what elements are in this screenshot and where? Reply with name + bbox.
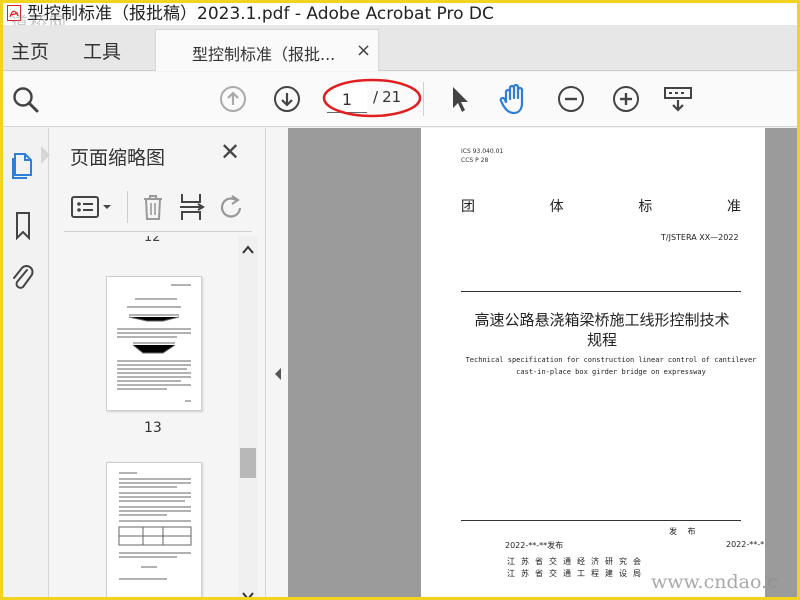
title-cn-line: 规程 (586, 331, 617, 349)
ics-code: ICS 93.040.01 CCS P 28 (461, 147, 503, 165)
total-pages: 21 (382, 88, 402, 106)
scroll-up-arrow[interactable] (242, 240, 254, 259)
implement-date: 2022-**-* (726, 540, 765, 549)
title-en-line: cast-in-place box girder bridge on expre… (516, 368, 706, 376)
title-cn-line: 高速公路悬浇箱梁桥施工线形控制技术 (474, 311, 730, 329)
active-panel-indicator (41, 146, 50, 164)
pdf-page: ICS 93.040.01 CCS P 28 团 体 标 准 T/JSTERA … (421, 128, 765, 597)
acrobat-window: 型控制标准（报批稿）2023.1.pdf - Adobe Acrobat Pro… (3, 3, 797, 597)
rule-top (461, 291, 741, 292)
title-bar: 型控制标准（报批稿）2023.1.pdf - Adobe Acrobat Pro… (3, 3, 797, 25)
document-title-en: Technical specification for construction… (461, 354, 761, 378)
pages-icon[interactable] (9, 150, 37, 186)
page-gutter (765, 128, 797, 597)
thumbnail-toolbar (64, 186, 252, 232)
ccs-line: CCS P 28 (461, 157, 489, 164)
tab-document-label: 型控制标准（报批... (192, 45, 336, 64)
tab-home[interactable]: 主页 (11, 37, 49, 64)
publish-label: 发 布 (669, 527, 700, 536)
panel-close-button[interactable]: ✕ (220, 138, 240, 166)
watermark-top: 道桥网 (11, 14, 68, 25)
scrollbar-thumb[interactable] (240, 448, 256, 478)
bookmark-icon[interactable] (9, 210, 37, 246)
toolbar-divider (423, 82, 424, 116)
publish-date: 2022-**-**发布 (505, 541, 564, 550)
previous-page-button[interactable] (219, 85, 247, 117)
panel-collapse-strip (265, 128, 288, 597)
page-thumbnail[interactable] (106, 276, 202, 411)
thumbnail-list: 12 13 (64, 236, 246, 597)
tab-tools[interactable]: 工具 (83, 37, 121, 64)
insert-page-icon[interactable] (178, 192, 206, 226)
thumbnail-scrollbar[interactable] (238, 236, 258, 597)
left-navigation-rail (3, 128, 50, 597)
thumbnail-page-number: 13 (144, 420, 162, 436)
heading-char: 团 (461, 199, 475, 215)
toolbar-divider (127, 191, 128, 223)
panel-title: 页面缩略图 (70, 147, 166, 169)
title-en-line: Technical specification for construction… (465, 356, 757, 364)
watermark-bottom: www.cndao.c (651, 571, 778, 593)
search-icon[interactable] (11, 85, 41, 119)
heading-char: 体 (549, 199, 564, 215)
page-count: /21 (369, 88, 401, 106)
window-title: 型控制标准（报批稿）2023.1.pdf - Adobe Acrobat Pro… (27, 4, 494, 24)
tab-bar: 主页 工具 型控制标准（报批... × (3, 25, 797, 71)
next-page-button[interactable] (273, 85, 301, 117)
select-tool-icon[interactable] (449, 84, 471, 118)
attachment-icon[interactable] (9, 262, 37, 298)
issuing-org: 江苏省交通工程建设局 (507, 569, 647, 578)
trash-icon[interactable] (140, 192, 166, 226)
main-toolbar: 1 /21 (3, 72, 797, 127)
tab-document[interactable]: 型控制标准（报批... × (155, 29, 379, 71)
document-view[interactable]: ICS 93.040.01 CCS P 28 团 体 标 准 T/JSTERA … (288, 128, 797, 597)
zoom-out-button[interactable] (557, 85, 585, 117)
thumbnail-panel: 页面缩略图 ✕ 12 13 (50, 128, 264, 597)
page-thumbnail[interactable] (106, 462, 202, 597)
ics-line: ICS 93.040.01 (461, 148, 504, 155)
tab-close-button[interactable]: × (356, 40, 371, 61)
thumbnail-options-menu[interactable] (70, 194, 114, 224)
standard-number: T/JSTERA XX—2022 (661, 233, 739, 242)
collapse-panel-arrow[interactable] (273, 366, 283, 385)
document-title-cn: 高速公路悬浇箱梁桥施工线形控制技术 规程 (461, 310, 743, 350)
heading-char: 准 (726, 199, 741, 215)
current-page-input[interactable]: 1 (327, 85, 367, 113)
fit-page-icon[interactable] (663, 84, 693, 118)
page-separator: / (373, 88, 379, 106)
issuing-org: 江苏省交通经济研究会 (507, 557, 647, 566)
rule-bottom (461, 520, 741, 521)
heading-char: 标 (638, 199, 653, 215)
scroll-down-arrow[interactable] (242, 586, 254, 597)
zoom-in-button[interactable] (612, 85, 640, 117)
group-standard-heading: 团 体 标 准 (461, 196, 741, 216)
thumbnail-label: 12 (144, 236, 161, 245)
hand-tool-icon[interactable] (499, 82, 531, 120)
rotate-icon[interactable] (218, 192, 246, 226)
